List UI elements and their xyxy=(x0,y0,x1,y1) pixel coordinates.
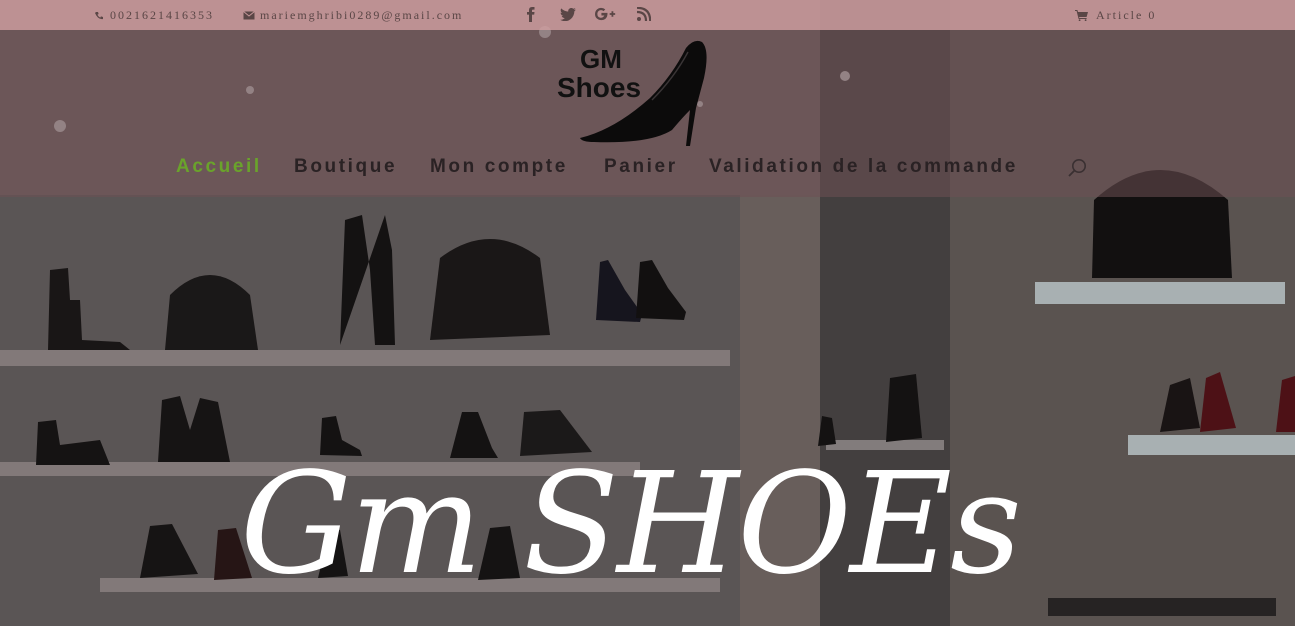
email-address: mariemghribi0289@gmail.com xyxy=(260,8,464,22)
logo-text-gm: GM xyxy=(580,44,622,74)
hero-title-text: Gm SHOEs xyxy=(240,443,1020,606)
nav-item-mon-compte[interactable]: Mon compte xyxy=(430,156,568,178)
email-contact[interactable]: mariemghribi0289@gmail.com xyxy=(242,8,463,23)
phone-contact[interactable]: 0021621416353 xyxy=(92,8,214,23)
hero-title-lettering: Gm SHOEs xyxy=(240,443,1022,606)
nav-item-accueil[interactable]: Accueil xyxy=(176,156,262,178)
rss-icon[interactable] xyxy=(633,5,655,23)
nav-item-boutique[interactable]: Boutique xyxy=(294,156,397,178)
logo-text-shoes: Shoes xyxy=(557,72,642,103)
phone-number: 0021621416353 xyxy=(110,8,214,22)
shopping-cart-icon xyxy=(1074,9,1088,23)
envelope-icon xyxy=(242,9,256,23)
hero-title: Gm SHOEs xyxy=(240,420,1022,626)
nav-item-validation-commande[interactable]: Validation de la commande xyxy=(709,156,1018,178)
main-header: GM Shoes Accueil Boutique Mon compte Pan… xyxy=(0,30,1295,197)
cart-count: Article 0 xyxy=(1096,8,1157,22)
twitter-icon[interactable] xyxy=(557,5,579,23)
site-logo[interactable]: GM Shoes xyxy=(554,38,714,150)
google-plus-icon[interactable] xyxy=(595,5,617,23)
top-bar: 0021621416353 mariemghribi0289@gmail.com… xyxy=(0,0,1295,30)
search-icon[interactable] xyxy=(1066,158,1088,180)
nav-item-panier[interactable]: Panier xyxy=(604,156,678,178)
phone-icon xyxy=(92,9,106,23)
facebook-icon[interactable] xyxy=(519,5,541,23)
main-navigation: Accueil Boutique Mon compte Panier Valid… xyxy=(0,156,1295,182)
social-links xyxy=(519,5,671,23)
cart-link[interactable]: Article 0 xyxy=(1074,8,1156,23)
